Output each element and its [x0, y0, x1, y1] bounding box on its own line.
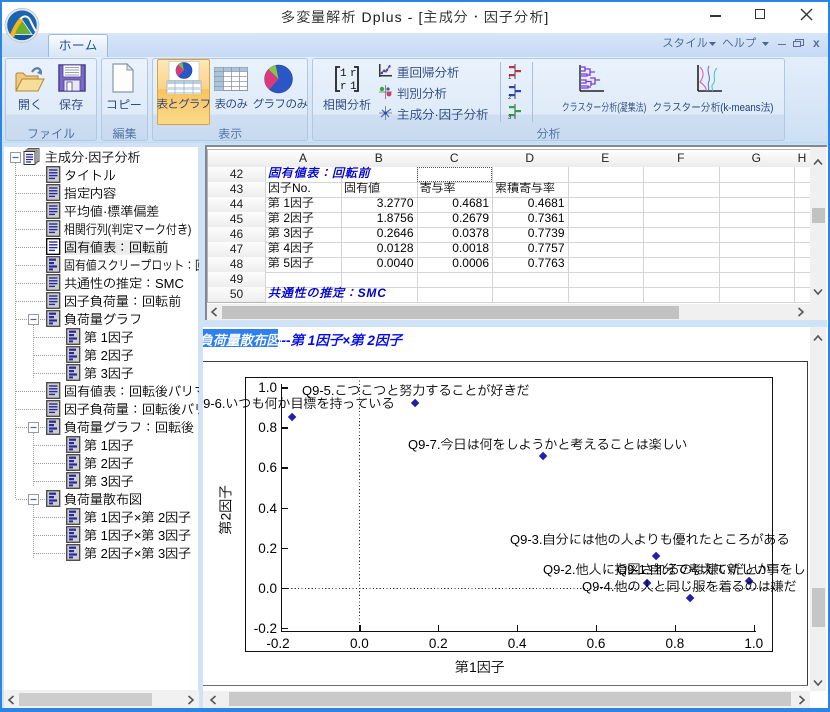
svg-text:1: 1 [340, 68, 347, 80]
svg-text:r: r [350, 68, 357, 80]
svg-text:1: 1 [350, 81, 357, 93]
svg-text:r: r [340, 81, 347, 93]
